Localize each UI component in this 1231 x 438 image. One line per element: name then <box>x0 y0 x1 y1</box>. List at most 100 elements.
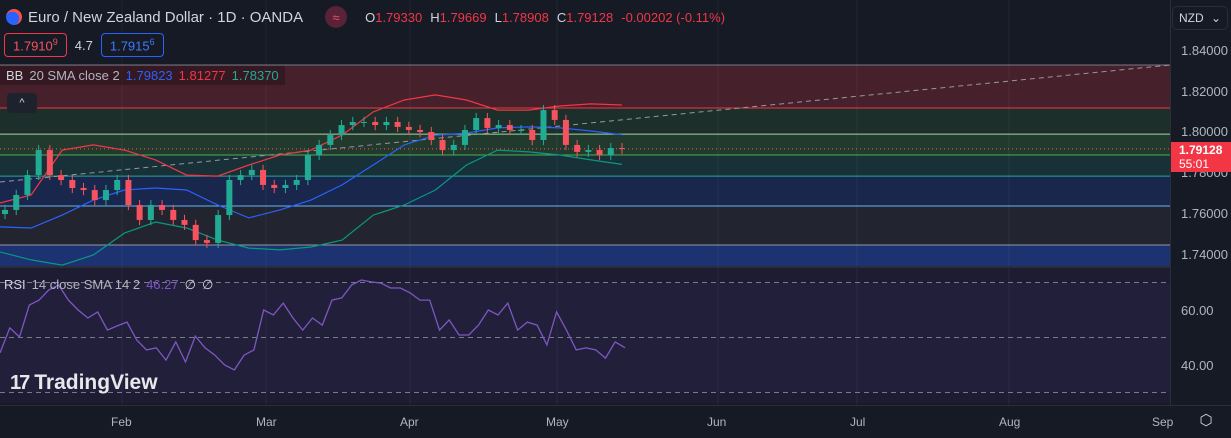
candle-body <box>506 125 513 130</box>
open-label: O <box>365 9 376 25</box>
eur-nzd-flag-icon <box>6 9 22 25</box>
last-price-label: 1.79128 55:01 <box>1171 142 1231 172</box>
sell-price: 1.7910 <box>13 38 53 54</box>
month-label: Jul <box>850 415 866 429</box>
candle-body <box>147 205 154 220</box>
candle-body <box>35 150 42 176</box>
candle-body <box>338 125 345 136</box>
price-zone <box>0 154 1170 177</box>
rsi-tick: 60.00 <box>1181 303 1214 318</box>
price-tick: 1.76000 <box>1181 206 1228 221</box>
rsi-label: RSI <box>4 277 26 292</box>
candle-body <box>518 129 525 131</box>
month-label: Jun <box>707 415 727 429</box>
candle-body <box>136 205 143 220</box>
candle-body <box>405 126 412 130</box>
candle-body <box>260 169 267 185</box>
candle-body <box>102 190 109 201</box>
candle-body <box>125 179 132 206</box>
candle-body <box>540 110 547 141</box>
candle-body <box>619 148 625 150</box>
rsi-extra-2: ∅ <box>201 277 214 292</box>
sell-pip: 9 <box>52 37 58 47</box>
candle-body <box>383 121 390 126</box>
open-value: 1.79330 <box>375 9 423 25</box>
low-label: L <box>494 9 502 25</box>
candle-body <box>461 129 468 145</box>
high-value: 1.79669 <box>439 9 487 25</box>
candle-body <box>80 187 87 191</box>
sell-button[interactable]: 1.79109 <box>4 33 67 58</box>
time-axis[interactable]: Feb Mar Apr May Jun Jul Aug Sep <box>0 405 1231 438</box>
candle-body <box>304 154 311 180</box>
rsi-value: 46.27 <box>146 277 179 292</box>
bar-countdown: 55:01 <box>1179 157 1210 171</box>
currency-label: NZD <box>1179 11 1204 25</box>
candle-body <box>327 135 334 145</box>
tradingview-logo-icon: 17 <box>10 371 30 394</box>
bb-params: 20 SMA close 2 <box>29 68 120 83</box>
high-label: H <box>430 9 440 25</box>
candle-body <box>159 205 166 210</box>
candle-body <box>271 184 278 188</box>
candle-body <box>181 219 188 225</box>
quote-row: 1.79109 4.7 1.79156 <box>4 33 164 58</box>
rsi-params: 14 close SMA 14 2 <box>31 277 141 292</box>
candle-body <box>226 179 233 216</box>
candle-body <box>248 169 255 176</box>
candle-body <box>360 121 367 123</box>
month-label: May <box>546 415 569 429</box>
symbol-title[interactable]: Euro / New Zealand Dollar · 1D · OANDA <box>28 9 303 26</box>
symbol-header: Euro / New Zealand Dollar · 1D · OANDA ≈… <box>6 6 725 28</box>
price-zone <box>0 244 1170 267</box>
close-value: 1.79128 <box>566 9 614 25</box>
candle-body <box>237 175 244 180</box>
candle-body <box>114 179 121 191</box>
candle-body <box>316 144 323 155</box>
candle-body <box>282 184 289 188</box>
price-zone <box>0 176 1170 207</box>
last-price: 1.79128 <box>1179 143 1223 157</box>
bb-label: BB <box>6 68 24 83</box>
spread-value: 4.7 <box>74 37 93 53</box>
price-zone <box>0 134 1170 155</box>
indicator-badge-icon[interactable]: ≈ <box>325 6 348 28</box>
buy-button[interactable]: 1.79156 <box>100 33 164 58</box>
candle-body <box>574 144 581 152</box>
month-label: Feb <box>111 415 132 429</box>
candle-body <box>24 175 31 195</box>
buy-price: 1.7915 <box>109 38 150 54</box>
candle-body <box>529 129 536 141</box>
candle-body <box>91 190 98 201</box>
candle-body <box>69 179 76 188</box>
collapse-legend-button[interactable]: ^ <box>7 93 37 113</box>
month-label: Apr <box>400 415 419 429</box>
candle-body <box>192 224 199 241</box>
rsi-legend[interactable]: RSI 14 close SMA 14 2 46.27 ∅ ∅ <box>4 277 213 293</box>
candle-body <box>495 125 502 128</box>
ohlc-values: O1.79330 H1.79669 L1.78908 C1.79128 -0.0… <box>365 10 725 25</box>
candle-body <box>450 144 457 151</box>
candle-body <box>46 150 53 176</box>
candle-body <box>215 215 222 243</box>
buy-pip: 6 <box>149 37 155 47</box>
chevron-up-icon: ^ <box>19 97 25 109</box>
currency-dropdown[interactable]: NZD ⌄ <box>1172 6 1228 30</box>
bb-legend[interactable]: BB 20 SMA close 2 1.79823 1.81277 1.7837… <box>0 66 285 85</box>
month-label: Sep <box>1152 415 1174 429</box>
price-tick: 1.82000 <box>1181 84 1228 99</box>
rsi-extra-1: ∅ <box>184 277 196 292</box>
candle-body <box>607 148 614 155</box>
price-tick: 1.80000 <box>1181 124 1228 139</box>
settings-icon[interactable]: ⬡ <box>1197 411 1215 429</box>
candle-body <box>170 209 177 220</box>
chart-canvas[interactable] <box>0 0 1170 405</box>
bb-basis-value: 1.79823 <box>125 68 173 83</box>
price-axis[interactable] <box>1170 0 1231 405</box>
candle-body <box>417 129 424 133</box>
candle-body <box>551 110 558 120</box>
bb-lower-value: 1.78370 <box>231 68 279 83</box>
candle-body <box>349 121 356 126</box>
tradingview-logo[interactable]: 17 TradingView <box>10 371 158 395</box>
candle-body <box>203 240 210 243</box>
